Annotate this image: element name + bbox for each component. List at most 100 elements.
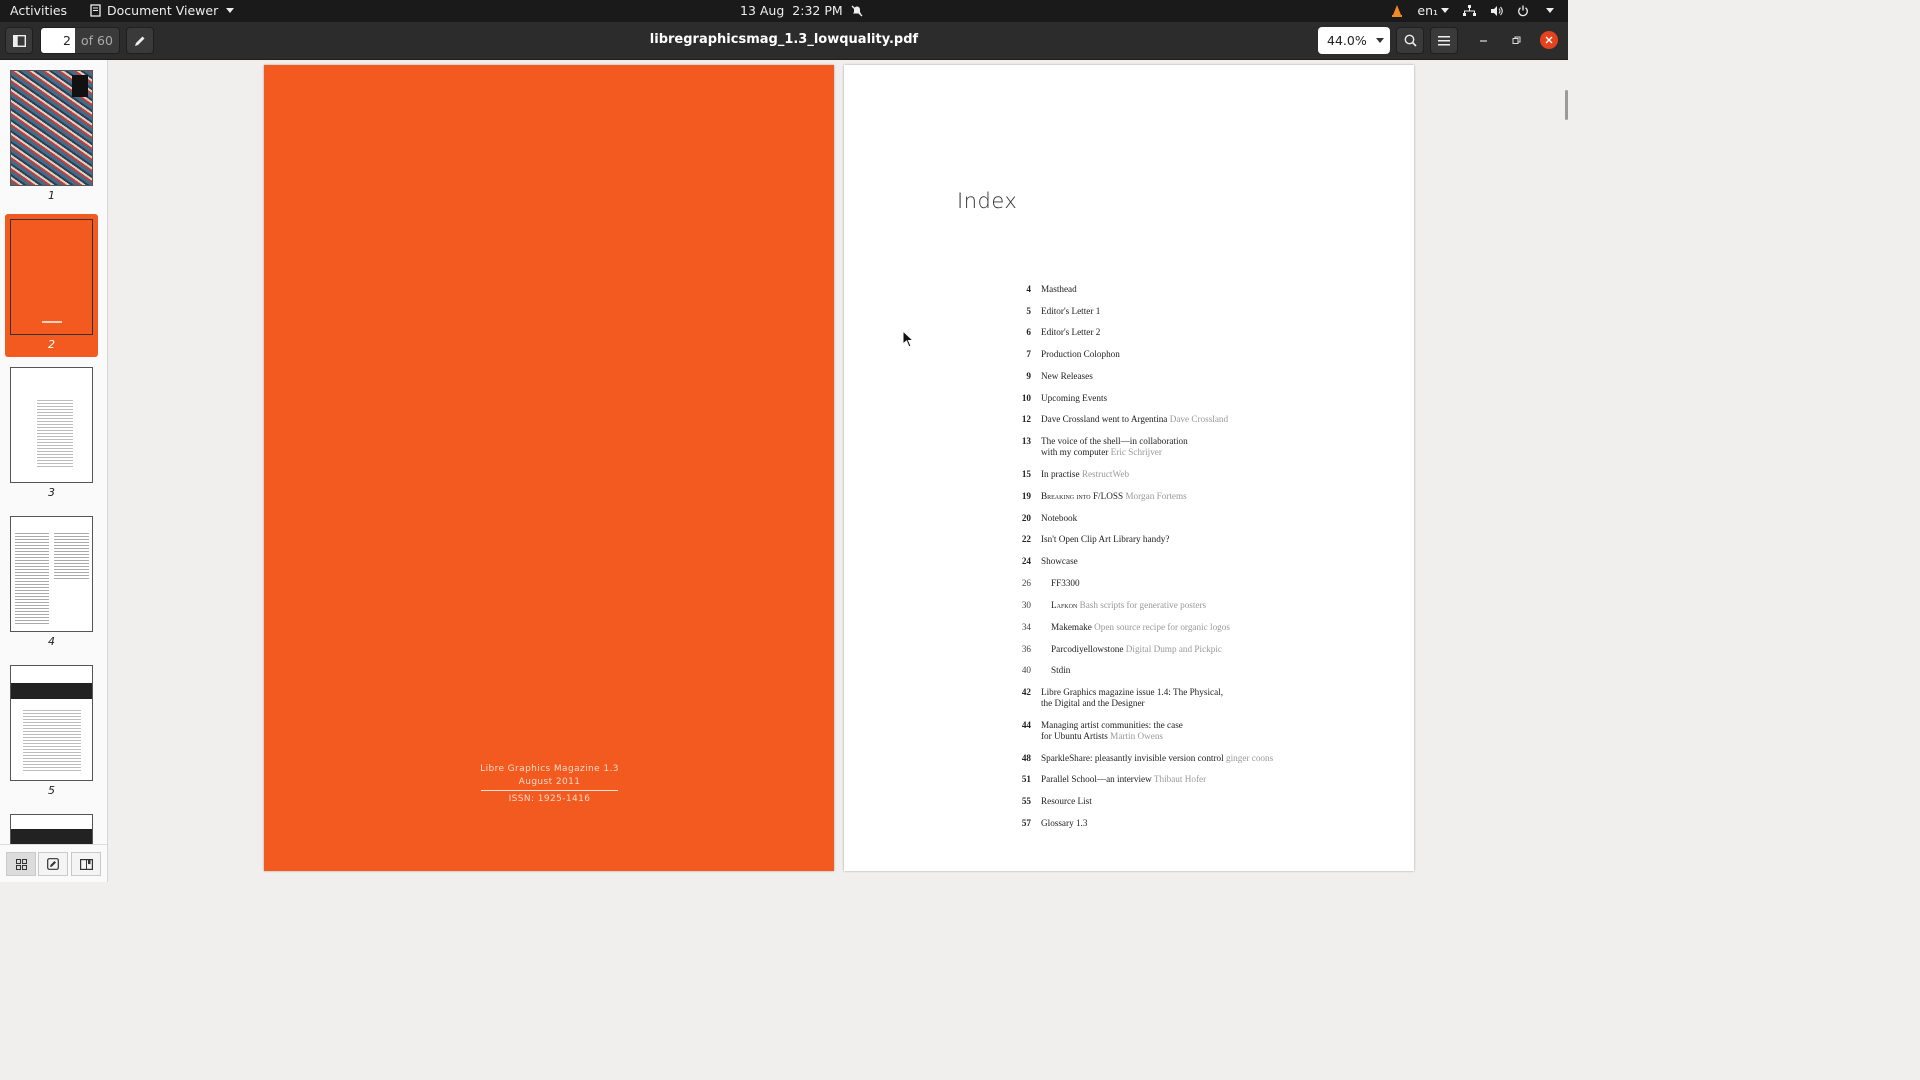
index-entry-title: Stdin	[1051, 665, 1071, 675]
annotations-view-button[interactable]	[38, 852, 68, 876]
minimize-button[interactable]	[1474, 31, 1492, 49]
system-tray: en₁	[1391, 3, 1554, 18]
page-total-label: of 60	[75, 28, 119, 53]
thumbnail-text-lines	[23, 708, 81, 772]
index-entry-text: New Releases	[1041, 371, 1093, 382]
index-entry-page: 34	[1021, 622, 1031, 632]
index-entry-page: 51	[1021, 774, 1031, 784]
document-view[interactable]: Libre Graphics Magazine 1.3 August 2011 …	[109, 60, 1568, 882]
index-entry-title: Production Colophon	[1041, 349, 1120, 359]
cover-colophon: Libre Graphics Magazine 1.3 August 2011 …	[477, 763, 622, 806]
index-entry-author: Digital Dump and Pickpic	[1125, 644, 1222, 654]
index-entry-title: Breaking into F/LOSS	[1041, 491, 1124, 501]
activities-button[interactable]: Activities	[10, 3, 67, 18]
index-entry-title: Lafkon	[1051, 600, 1078, 610]
index-entry-text: Isn't Open Clip Art Library handy?	[1041, 534, 1169, 545]
index-entry-title: Libre Graphics magazine issue 1.4: The P…	[1041, 687, 1224, 697]
index-entry-page: 26	[1021, 578, 1031, 588]
index-entry-author: ginger coons	[1225, 753, 1274, 763]
index-entry-text: Stdin	[1051, 665, 1070, 676]
close-button[interactable]	[1540, 31, 1558, 49]
vlc-cone-icon[interactable]	[1391, 4, 1403, 17]
index-entry-page: 55	[1021, 796, 1031, 806]
chevron-down-icon	[1376, 38, 1384, 43]
index-entry-page: 13	[1021, 436, 1031, 446]
index-entry-text: Editor's Letter 1	[1041, 306, 1100, 317]
index-entry-page: 36	[1021, 644, 1031, 654]
index-entry-text: Editor's Letter 2	[1041, 327, 1100, 338]
power-icon[interactable]	[1517, 5, 1529, 17]
index-entry-page: 40	[1021, 665, 1031, 675]
annotate-button[interactable]	[126, 27, 154, 54]
index-entry-page: 10	[1021, 393, 1031, 403]
index-entry-title: SparkleShare: pleasantly invisible versi…	[1041, 753, 1224, 763]
close-icon	[1545, 36, 1553, 44]
thumbnail-page-5[interactable]	[10, 665, 93, 781]
index-entry-page: 44	[1021, 720, 1031, 730]
keyboard-layout-indicator[interactable]: en₁	[1417, 3, 1449, 18]
page-number-input[interactable]	[41, 28, 75, 53]
app-menu[interactable]: Document Viewer	[89, 3, 235, 18]
index-entry-text: Production Colophon	[1041, 349, 1120, 360]
zoom-select[interactable]: 44.0%	[1318, 27, 1390, 54]
index-entry-page: 22	[1021, 534, 1031, 544]
main-menu-button[interactable]	[1430, 27, 1458, 54]
index-entry-author: Bash scripts for generative posters	[1079, 600, 1207, 610]
index-entry-title: In practise	[1041, 469, 1080, 479]
index-entry-page: 6	[1026, 327, 1031, 337]
chevron-down-icon[interactable]	[1546, 8, 1554, 13]
sidebar-tool-switcher	[0, 844, 107, 882]
chevron-down-icon	[226, 8, 235, 13]
mouse-pointer-icon	[902, 330, 914, 348]
index-entry-text: Breaking into F/LOSS Morgan Fortems	[1041, 491, 1187, 502]
index-entry-author: Morgan Fortems	[1125, 491, 1187, 501]
sidebar-toggle-button[interactable]	[5, 27, 33, 54]
clock-time: 2:32 PM	[792, 3, 843, 18]
thumbnail-colophon-mark	[42, 321, 62, 323]
thumbnail-label: 2	[48, 338, 55, 351]
index-entry-text: Parallel School—an interview Thibaut Hof…	[1041, 774, 1206, 785]
keyboard-layout-label: en₁	[1417, 3, 1438, 18]
index-entry-text: In practise RestructWeb	[1041, 469, 1129, 480]
thumbnail-label: 1	[48, 189, 55, 202]
index-entry-title-continued: the Digital and the Designer	[1041, 698, 1145, 708]
clock[interactable]: 13 Aug 2:32 PM	[740, 3, 863, 18]
thumbnail-page-1[interactable]	[10, 70, 93, 186]
index-entry-text: SparkleShare: pleasantly invisible versi…	[1041, 753, 1273, 764]
thumbnail-page-3[interactable]	[10, 367, 93, 483]
index-entry-title: Dave Crossland went to Argentina	[1041, 414, 1168, 424]
document-page-2: Libre Graphics Magazine 1.3 August 2011 …	[264, 65, 834, 871]
search-button[interactable]	[1396, 27, 1424, 54]
clock-date: 13 Aug	[740, 3, 785, 18]
page-selector: of 60	[40, 27, 120, 54]
index-entry-page: 5	[1026, 306, 1031, 316]
book-icon	[79, 858, 93, 870]
volume-icon[interactable]	[1490, 5, 1503, 17]
index-entry-text: Lafkon Bash scripts for generative poste…	[1051, 600, 1206, 611]
thumbnails-view-button[interactable]	[6, 852, 36, 876]
vertical-scrollbar[interactable]	[1565, 90, 1568, 120]
index-entry-title: Notebook	[1041, 513, 1078, 523]
index-entry-text: Glossary 1.3	[1041, 818, 1087, 829]
index-entry-page: 15	[1021, 469, 1031, 479]
thumbnail-page-2[interactable]	[10, 219, 93, 335]
colophon-issn: ISSN: 1925-1416	[508, 794, 591, 804]
thumbnail-label: 3	[48, 486, 55, 499]
index-entry-text: Masthead	[1041, 284, 1077, 295]
thumbnail-page-4[interactable]	[10, 516, 93, 632]
index-entry-text: Managing artist communities: the case for…	[1041, 720, 1183, 742]
restore-button[interactable]	[1507, 31, 1525, 49]
index-entry-page: 24	[1021, 556, 1031, 566]
index-entry-text: Makemake Open source recipe for organic …	[1051, 622, 1230, 633]
index-entry-title: FF3300	[1051, 578, 1080, 588]
bookmarks-view-button[interactable]	[71, 852, 101, 876]
index-entry-text: Dave Crossland went to Argentina Dave Cr…	[1041, 414, 1228, 425]
index-entry-author: Dave Crossland	[1169, 414, 1229, 424]
header-bar: of 60 libregraphicsmag_1.3_lowquality.pd…	[0, 22, 1568, 60]
thumbnail-text-column-left	[15, 531, 49, 625]
index-entry-page: 57	[1021, 818, 1031, 828]
network-icon[interactable]	[1463, 4, 1476, 17]
index-entry-title: Glossary 1.3	[1041, 818, 1088, 828]
index-entry-title-continued: with my computer	[1041, 447, 1109, 457]
thumbnail-text-lines	[37, 398, 73, 468]
